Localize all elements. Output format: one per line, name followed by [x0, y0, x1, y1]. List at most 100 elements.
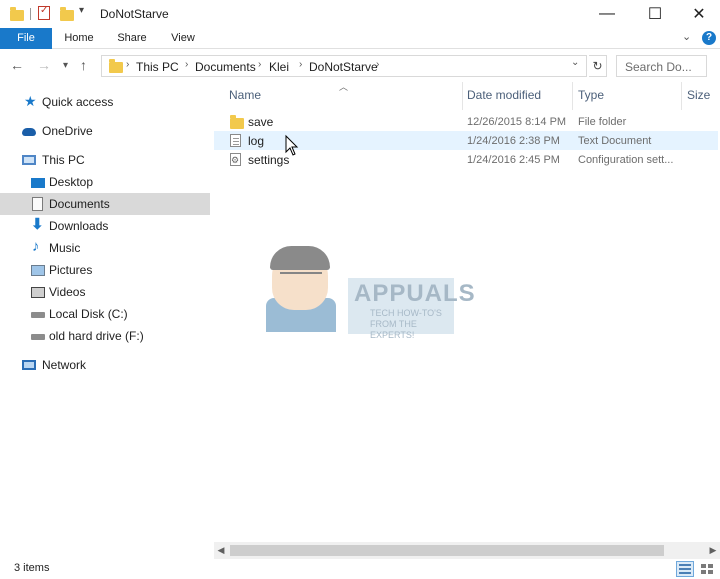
file-type: Text Document [578, 135, 652, 147]
chevron-right-icon[interactable]: › [185, 59, 188, 70]
navigation-bar: ← → ▾ ↑ › This PC › Documents › Klei › D… [0, 52, 720, 80]
search-input[interactable]: Search Do... [616, 55, 707, 77]
sidebar-item-label: This PC [42, 153, 85, 167]
column-header-date[interactable]: Date modified [467, 88, 541, 102]
sidebar-item-local-disk[interactable]: Local Disk (C:) [0, 303, 210, 325]
config-file-icon [230, 153, 241, 166]
sidebar-item-label: old hard drive (F:) [49, 329, 144, 343]
address-bar[interactable]: › This PC › Documents › Klei › DoNotStar… [101, 55, 587, 77]
tab-file[interactable]: File [0, 28, 52, 49]
cloud-icon [22, 128, 36, 136]
maximize-button[interactable]: ☐ [632, 0, 678, 28]
network-icon [22, 360, 36, 370]
breadcrumb-donotstarve[interactable]: DoNotStarve [309, 60, 378, 74]
scrollbar-thumb[interactable] [230, 545, 664, 556]
column-divider[interactable] [681, 82, 682, 110]
properties-icon[interactable] [38, 5, 50, 20]
file-name: log [248, 134, 265, 148]
column-header-type[interactable]: Type [578, 88, 604, 102]
window-title: DoNotStarve [100, 7, 169, 21]
expand-ribbon-icon[interactable]: ⌄ [682, 30, 691, 43]
refresh-button[interactable]: ↻ [589, 55, 607, 77]
sidebar-item-label: Documents [49, 197, 110, 211]
sidebar-item-label: Quick access [42, 95, 114, 109]
sidebar-item-desktop[interactable]: Desktop [0, 171, 210, 193]
file-name: settings [248, 153, 290, 167]
drive-icon [31, 312, 45, 318]
mouse-cursor-icon [285, 134, 299, 156]
watermark-tagline: TECH HOW-TO'S FROM THE EXPERTS! [370, 308, 442, 340]
breadcrumb-klei[interactable]: Klei [269, 60, 289, 74]
sidebar-item-this-pc[interactable]: This PC [0, 149, 210, 171]
sidebar-item-label: Local Disk (C:) [49, 307, 128, 321]
sidebar-item-label: Network [42, 358, 87, 372]
file-date: 12/26/2015 8:14 PM [467, 116, 567, 128]
watermark-brand: APPUALS [354, 280, 476, 307]
file-row-save[interactable]: save 12/26/2015 8:14 PM File folder [214, 112, 718, 131]
computer-icon [22, 155, 36, 165]
file-name: save [248, 115, 274, 129]
sidebar-item-onedrive[interactable]: OneDrive [0, 120, 210, 142]
customize-quick-access-icon[interactable]: ▾ [79, 5, 84, 16]
chevron-right-icon[interactable]: › [126, 59, 129, 70]
chevron-right-icon[interactable]: › [299, 59, 302, 70]
file-type: File folder [578, 116, 627, 128]
documents-icon [32, 197, 43, 211]
tab-view[interactable]: View [166, 28, 200, 49]
address-dropdown-icon[interactable]: ⌄ [571, 57, 579, 68]
drive-icon [31, 334, 45, 340]
sidebar-item-pictures[interactable]: Pictures [0, 259, 210, 281]
sidebar-item-network[interactable]: Network [0, 354, 210, 376]
desktop-icon [31, 178, 45, 188]
search-placeholder: Search Do... [625, 60, 692, 74]
chevron-right-icon[interactable]: › [376, 59, 379, 70]
horizontal-scrollbar[interactable]: ◀ ▶ [214, 542, 720, 559]
music-icon: ♪ [32, 238, 40, 255]
file-type: Configuration sett... [578, 154, 674, 166]
tab-home[interactable]: Home [58, 28, 100, 49]
chevron-right-icon[interactable]: › [258, 59, 261, 70]
breadcrumb-documents[interactable]: Documents [195, 60, 256, 74]
close-button[interactable]: ✕ [676, 0, 720, 28]
file-date: 1/24/2016 2:45 PM [467, 154, 560, 166]
recent-locations-icon[interactable]: ▾ [63, 60, 68, 71]
breadcrumb-this-pc[interactable]: This PC [136, 60, 179, 74]
column-header-size[interactable]: Size [687, 88, 710, 102]
large-icons-view-button[interactable] [698, 561, 716, 577]
title-bar: ▾ DoNotStarve — ☐ ✕ [0, 0, 720, 28]
videos-icon [31, 287, 45, 298]
sidebar-item-label: Pictures [49, 263, 93, 277]
sidebar-item-label: OneDrive [42, 124, 93, 138]
large-icons-view-icon [701, 564, 713, 574]
download-icon: ⬇ [31, 216, 44, 233]
sidebar-item-videos[interactable]: Videos [0, 281, 210, 303]
column-divider[interactable] [462, 82, 463, 110]
up-button[interactable]: ↑ [80, 57, 87, 73]
column-header-name[interactable]: Name [229, 88, 261, 102]
status-bar: 3 items [0, 559, 720, 579]
sidebar-item-music[interactable]: ♪ Music [0, 237, 210, 259]
column-divider[interactable] [572, 82, 573, 110]
text-file-icon [230, 134, 241, 147]
scroll-left-icon[interactable]: ◀ [214, 542, 228, 559]
sidebar-item-label: Downloads [49, 219, 109, 233]
sidebar-item-quick-access[interactable]: ★ Quick access [0, 91, 210, 113]
minimize-button[interactable]: — [584, 0, 630, 28]
navigation-pane: ★ Quick access OneDrive This PC Desktop … [0, 80, 212, 557]
forward-button[interactable]: → [37, 57, 51, 73]
star-icon: ★ [24, 93, 37, 109]
tab-share[interactable]: Share [112, 28, 152, 49]
sidebar-item-downloads[interactable]: ⬇ Downloads [0, 215, 210, 237]
back-button[interactable]: ← [10, 57, 24, 73]
watermark-hair-shape [270, 246, 330, 270]
sidebar-item-documents[interactable]: Documents [0, 193, 210, 215]
separator [30, 8, 31, 20]
watermark-logo: APPUALS TECH HOW-TO'S FROM THE EXPERTS! [262, 246, 475, 340]
sidebar-item-old-hard-drive[interactable]: old hard drive (F:) [0, 325, 210, 347]
scroll-right-icon[interactable]: ▶ [706, 542, 720, 559]
details-view-button[interactable] [676, 561, 694, 577]
sidebar-item-label: Videos [49, 285, 86, 299]
watermark-glasses-shape [280, 272, 322, 282]
help-icon[interactable]: ? [702, 31, 716, 45]
ribbon-tabs: File Home Share View ⌄ ? [0, 28, 720, 49]
